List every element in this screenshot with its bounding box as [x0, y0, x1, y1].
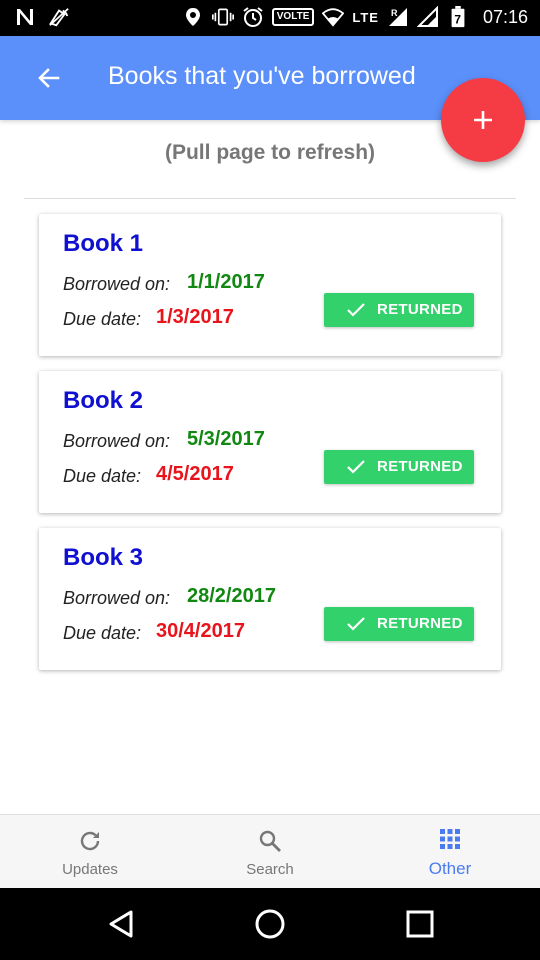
- due-label: Due date:: [63, 623, 142, 643]
- returned-label: RETURNED: [377, 615, 463, 632]
- returned-label: RETURNED: [377, 301, 463, 318]
- book-card: Book 1 Borrowed on: 1/1/2017 Due date: 1…: [39, 214, 501, 356]
- recents-square-icon[interactable]: [402, 906, 438, 942]
- due-date: 4/5/2017: [156, 463, 234, 485]
- check-icon: [347, 617, 365, 631]
- returned-button[interactable]: RETURNED: [324, 293, 474, 327]
- back-button[interactable]: [30, 58, 70, 98]
- home-circle-icon[interactable]: [252, 906, 288, 942]
- book-title: Book 3: [63, 544, 144, 571]
- refresh-icon: [80, 831, 100, 851]
- borrowed-label: Borrowed on:: [63, 431, 171, 451]
- due-date: 30/4/2017: [156, 620, 245, 642]
- book-title: Book 1: [63, 230, 144, 257]
- location-icon: [185, 8, 200, 26]
- notification-n-icon: [17, 9, 33, 25]
- borrowed-date: 5/3/2017: [187, 428, 265, 450]
- nav-label-updates: Updates: [62, 861, 118, 878]
- roaming-label: R: [391, 8, 398, 18]
- signal-icon: [416, 6, 438, 27]
- battery-level: 7: [454, 12, 461, 26]
- returned-label: RETURNED: [377, 458, 463, 475]
- book-card: Book 3 Borrowed on: 28/2/2017 Due date: …: [39, 528, 501, 670]
- status-bar: VOLTE LTE R 7 07:16: [0, 0, 540, 36]
- nav-label-other: Other: [428, 859, 472, 878]
- add-book-button[interactable]: [441, 78, 525, 162]
- book-card: Book 2 Borrowed on: 5/3/2017 Due date: 4…: [39, 371, 501, 513]
- borrowed-label: Borrowed on:: [63, 274, 171, 294]
- due-label: Due date:: [63, 309, 142, 329]
- borrowed-date: 1/1/2017: [187, 271, 265, 293]
- returned-button[interactable]: RETURNED: [324, 607, 474, 641]
- check-icon: [347, 460, 365, 474]
- book-title: Book 2: [63, 387, 144, 414]
- no-signal-phone-icon: [49, 8, 69, 27]
- status-right: VOLTE LTE R 7 07:16: [182, 6, 528, 28]
- nav-item-updates[interactable]: Updates: [0, 815, 180, 889]
- page-title: Books that you've borrowed: [108, 62, 416, 90]
- check-icon: [347, 303, 365, 317]
- borrowed-label: Borrowed on:: [63, 588, 171, 608]
- due-label: Due date:: [63, 466, 142, 486]
- status-left: [14, 6, 70, 28]
- battery-icon: 7: [451, 6, 465, 28]
- nav-item-other[interactable]: Other: [360, 815, 540, 889]
- search-icon: [259, 830, 281, 852]
- lte-signal-icon: R: [388, 8, 407, 26]
- volte-badge: VOLTE: [271, 8, 315, 26]
- nav-item-search[interactable]: Search: [180, 815, 360, 889]
- screen: VOLTE LTE R 7 07:16 Books that you've bo…: [0, 0, 540, 960]
- returned-button[interactable]: RETURNED: [324, 450, 474, 484]
- vibrate-icon: [211, 8, 234, 26]
- alarm-icon: [243, 7, 263, 27]
- bottom-navigation: Updates Search Other: [0, 814, 540, 889]
- grid-icon: [440, 829, 460, 849]
- divider: [24, 198, 516, 199]
- wifi-icon: [322, 8, 345, 27]
- borrowed-date: 28/2/2017: [187, 585, 276, 607]
- status-time: 07:16: [482, 6, 528, 27]
- plus-icon: [474, 111, 492, 129]
- due-date: 1/3/2017: [156, 306, 234, 328]
- lte-label: LTE: [352, 9, 379, 25]
- nav-label-search: Search: [246, 861, 294, 878]
- arrow-back-icon: [38, 68, 60, 88]
- back-triangle-icon[interactable]: [103, 906, 139, 942]
- system-navigation-bar: [0, 888, 540, 960]
